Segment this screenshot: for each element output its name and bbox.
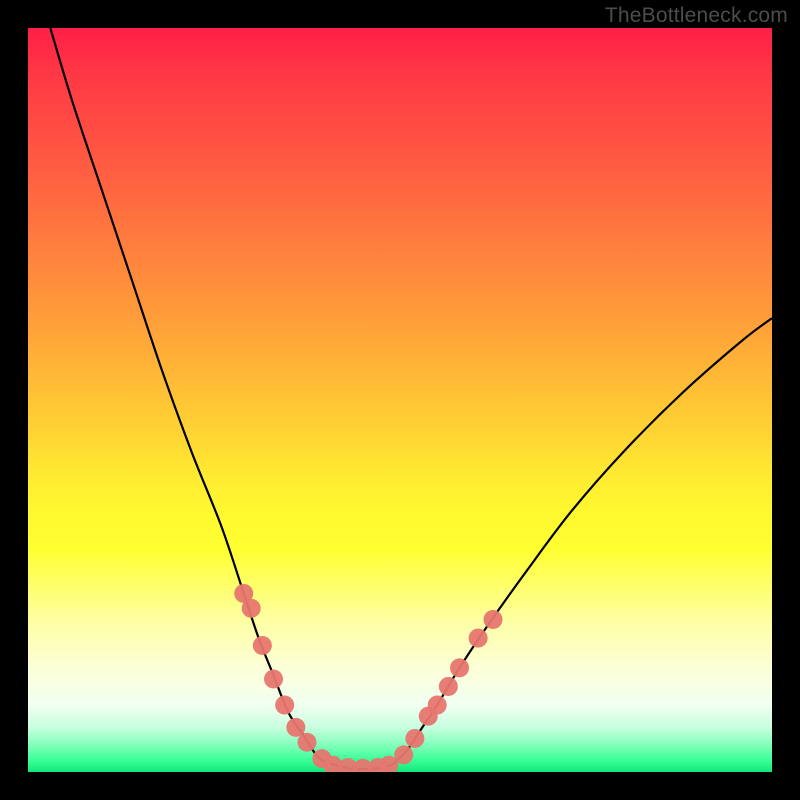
- data-marker: [394, 745, 413, 764]
- data-marker: [484, 610, 503, 629]
- data-marker: [264, 670, 283, 689]
- data-marker: [469, 629, 488, 648]
- data-marker: [242, 599, 261, 618]
- data-marker: [253, 636, 272, 655]
- data-markers: [234, 584, 502, 772]
- chart-frame: TheBottleneck.com: [0, 0, 800, 800]
- data-marker: [298, 733, 317, 752]
- data-marker: [405, 729, 424, 748]
- right-branch-path: [393, 318, 772, 764]
- data-marker: [275, 696, 294, 715]
- plot-area: [28, 28, 772, 772]
- data-marker: [450, 658, 469, 677]
- watermark-text: TheBottleneck.com: [605, 4, 788, 28]
- data-marker: [428, 696, 447, 715]
- curve-layer: [28, 28, 772, 772]
- data-marker: [439, 677, 458, 696]
- left-branch-path: [50, 28, 333, 765]
- bottleneck-curve: [50, 28, 772, 769]
